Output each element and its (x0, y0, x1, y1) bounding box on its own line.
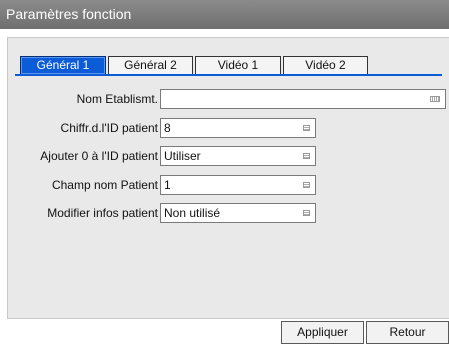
window-title: Paramètres fonction (6, 6, 132, 22)
patient-name-field-select[interactable]: 1 (160, 175, 316, 195)
add-zero-value: Utiliser (164, 149, 201, 163)
list-icon[interactable] (303, 182, 310, 188)
patient-id-digits-label: Chiffr.d.l'ID patient (60, 121, 158, 135)
settings-panel: Général 1 Général 2 Vidéo 1 Vidéo 2 Nom … (7, 37, 449, 319)
add-zero-select[interactable]: Utiliser (160, 146, 316, 166)
tab-video-1[interactable]: Vidéo 1 (195, 56, 281, 75)
tab-video-2[interactable]: Vidéo 2 (283, 56, 368, 75)
patient-name-field-row: Champ nom Patient (8, 175, 158, 195)
institution-name-field[interactable] (160, 89, 446, 109)
list-icon[interactable] (303, 153, 310, 159)
edit-patient-info-select[interactable]: Non utilisé (160, 203, 316, 223)
add-zero-label: Ajouter 0 à l'ID patient (40, 149, 158, 163)
patient-id-digits-value: 8 (164, 121, 171, 135)
patient-name-field-value: 1 (164, 178, 171, 192)
tab-underline (15, 74, 442, 76)
patient-id-digits-field[interactable]: 8 (160, 118, 316, 138)
patient-name-field-label: Champ nom Patient (51, 178, 158, 192)
apply-button[interactable]: Appliquer (281, 321, 364, 344)
patient-id-digits-row: Chiffr.d.l'ID patient (8, 118, 158, 138)
tab-general-1[interactable]: Général 1 (20, 56, 106, 75)
window-title-bar: Paramètres fonction (0, 0, 449, 29)
add-zero-row: Ajouter 0 à l'ID patient (8, 146, 158, 166)
edit-patient-info-row: Modifier infos patient (8, 203, 158, 223)
edit-patient-info-value: Non utilisé (164, 206, 221, 220)
list-icon[interactable] (303, 210, 310, 216)
edit-patient-info-label: Modifier infos patient (47, 206, 158, 220)
back-button[interactable]: Retour (366, 321, 449, 344)
keyboard-icon[interactable] (430, 96, 440, 102)
tab-general-2[interactable]: Général 2 (108, 56, 193, 75)
list-icon[interactable] (303, 125, 310, 131)
institution-name-label: Nom Etablismt. (76, 92, 158, 106)
institution-name-row: Nom Etablismt. (8, 89, 158, 109)
